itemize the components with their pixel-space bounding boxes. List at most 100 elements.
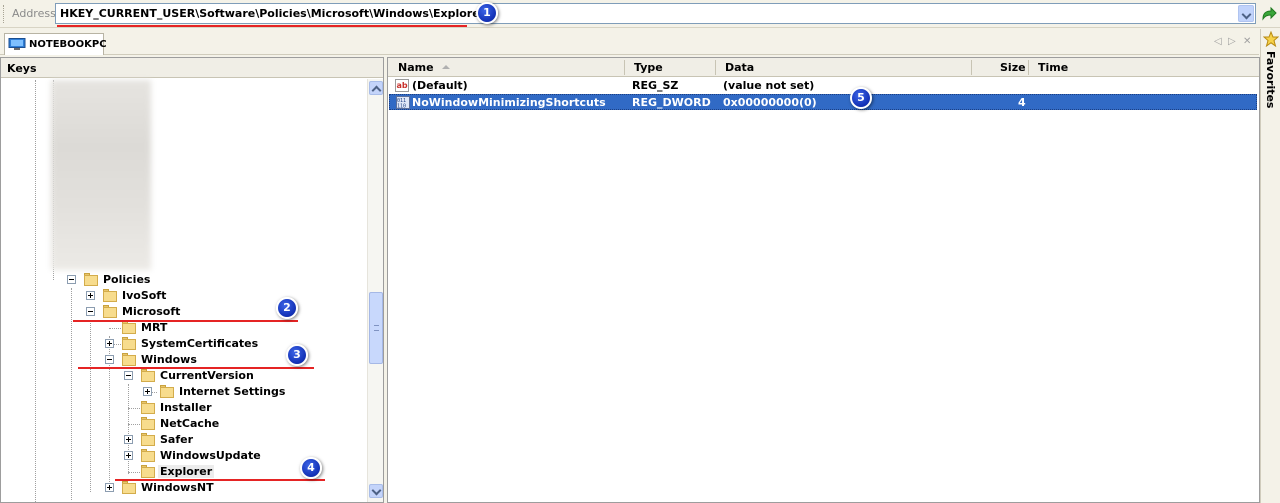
expand-icon[interactable] xyxy=(124,451,133,460)
column-separator[interactable] xyxy=(715,60,716,75)
string-value-icon: ab xyxy=(395,79,409,92)
collapse-icon[interactable] xyxy=(67,275,76,284)
collapse-icon[interactable] xyxy=(124,371,133,380)
tree-node-label: NetCache xyxy=(160,417,220,430)
tab-strip: NOTEBOOKPC ◁ ▷ ✕ xyxy=(0,29,1259,55)
tree-node-label: MRT xyxy=(141,321,168,334)
tree-node-label: Safer xyxy=(160,433,194,446)
tab-scroll-right-icon[interactable]: ▷ xyxy=(1228,36,1236,47)
annotation-badge-5: 5 xyxy=(850,87,872,109)
folder-icon xyxy=(103,289,117,303)
tab-scroll-left-icon[interactable]: ◁ xyxy=(1214,36,1222,47)
column-separator[interactable] xyxy=(1028,60,1029,75)
address-dropdown-button[interactable] xyxy=(1238,5,1254,22)
annotation-underline xyxy=(115,479,325,481)
folder-icon xyxy=(141,417,155,431)
tree-node-label: Explorer xyxy=(158,465,215,478)
svg-text:ab: ab xyxy=(397,81,408,90)
expand-icon[interactable] xyxy=(86,291,95,300)
address-value: HKEY_CURRENT_USER\Software\Policies\Micr… xyxy=(60,7,486,20)
value-data: 0x00000000(0) xyxy=(723,96,817,109)
column-size[interactable]: Size xyxy=(1000,61,1026,74)
annotation-badge-1: 1 xyxy=(476,2,498,24)
tree-node-label: Internet Settings xyxy=(179,385,286,398)
tree-node-mrt[interactable]: MRT xyxy=(1,320,361,336)
tree-node-windowsnt[interactable]: WindowsNT xyxy=(1,480,361,496)
tree-node-safer[interactable]: Safer xyxy=(1,432,361,448)
svg-text:110: 110 xyxy=(397,104,406,110)
tree-node-policies[interactable]: Policies xyxy=(1,272,361,288)
scroll-down-button[interactable] xyxy=(369,484,383,498)
column-name[interactable]: Name xyxy=(398,61,434,74)
value-row-selected[interactable]: 011 110 NoWindowMinimizingShortcuts REG_… xyxy=(389,94,1257,110)
folder-icon xyxy=(122,481,136,495)
favorites-rail[interactable]: Favorites xyxy=(1260,29,1280,503)
tree-node-label: SystemCertificates xyxy=(141,337,259,350)
annotation-badge-4: 4 xyxy=(300,457,322,479)
value-size: 4 xyxy=(1018,96,1026,109)
folder-icon xyxy=(141,369,155,383)
keys-title: Keys xyxy=(7,62,37,75)
address-label: Address xyxy=(12,7,56,20)
column-header: Name Type Data Size Time xyxy=(388,58,1259,77)
tree-node-label: Installer xyxy=(160,401,212,414)
tree-node-label: WindowsNT xyxy=(141,481,214,494)
scroll-up-button[interactable] xyxy=(369,81,383,95)
value-type: REG_SZ xyxy=(632,79,679,92)
column-data[interactable]: Data xyxy=(725,61,754,74)
expand-icon[interactable] xyxy=(124,435,133,444)
value-name: (Default) xyxy=(412,79,468,92)
column-type[interactable]: Type xyxy=(634,61,663,74)
favorites-label: Favorites xyxy=(1264,51,1277,109)
tab-computer[interactable]: NOTEBOOKPC xyxy=(4,33,107,55)
collapse-icon[interactable] xyxy=(86,307,95,316)
folder-icon xyxy=(103,305,117,319)
folder-icon xyxy=(141,449,155,463)
expand-icon[interactable] xyxy=(143,387,152,396)
value-name: NoWindowMinimizingShortcuts xyxy=(412,96,606,109)
folder-icon xyxy=(141,465,155,479)
folder-icon xyxy=(141,433,155,447)
column-separator[interactable] xyxy=(971,60,972,75)
value-data: (value not set) xyxy=(723,79,815,92)
expand-icon[interactable] xyxy=(105,483,114,492)
collapse-icon[interactable] xyxy=(105,355,114,364)
go-arrow-icon[interactable] xyxy=(1260,5,1278,23)
annotation-underline xyxy=(57,25,467,27)
folder-icon xyxy=(122,353,136,367)
annotation-badge-2: 2 xyxy=(276,297,298,319)
values-pane: Name Type Data Size Time ab (Default) RE… xyxy=(387,57,1260,503)
keys-scrollbar[interactable] xyxy=(367,79,383,502)
folder-icon xyxy=(160,385,174,399)
toolbar-grip[interactable] xyxy=(3,5,6,23)
tree-node-internet-settings[interactable]: Internet Settings xyxy=(1,384,361,400)
computer-icon xyxy=(8,38,26,50)
tab-label: NOTEBOOKPC xyxy=(29,39,107,50)
tree-node-netcache[interactable]: NetCache xyxy=(1,416,361,432)
expand-icon[interactable] xyxy=(105,339,114,348)
tree-node-label: WindowsUpdate xyxy=(160,449,261,462)
folder-icon xyxy=(141,401,155,415)
keys-header: Keys xyxy=(1,58,383,78)
sort-ascending-icon xyxy=(442,65,450,69)
blurred-region xyxy=(51,80,151,270)
tab-close-icon[interactable]: ✕ xyxy=(1243,36,1251,47)
tree-node-installer[interactable]: Installer xyxy=(1,400,361,416)
scroll-thumb[interactable] xyxy=(369,292,383,364)
folder-icon xyxy=(84,273,98,287)
column-separator[interactable] xyxy=(624,60,625,75)
tree-node-label: CurrentVersion xyxy=(160,369,254,382)
tree-node-label: Microsoft xyxy=(122,305,181,318)
column-time[interactable]: Time xyxy=(1038,61,1068,74)
tree-node-ivosoft[interactable]: IvoSoft xyxy=(1,288,361,304)
tree-node-label: Policies xyxy=(103,273,151,286)
address-bar: Address HKEY_CURRENT_USER\Software\Polic… xyxy=(0,0,1280,28)
star-icon xyxy=(1263,31,1279,47)
value-row[interactable]: ab (Default) REG_SZ (value not set) xyxy=(389,78,1257,94)
annotation-underline xyxy=(78,367,314,369)
tree-node-currentversion[interactable]: CurrentVersion xyxy=(1,368,361,384)
tree-node-microsoft[interactable]: Microsoft xyxy=(1,304,361,320)
keys-pane: Keys Policies IvoSoft Microsoft MRT Syst… xyxy=(0,57,384,503)
annotation-underline xyxy=(73,320,298,322)
address-input[interactable]: HKEY_CURRENT_USER\Software\Policies\Micr… xyxy=(55,3,1256,24)
